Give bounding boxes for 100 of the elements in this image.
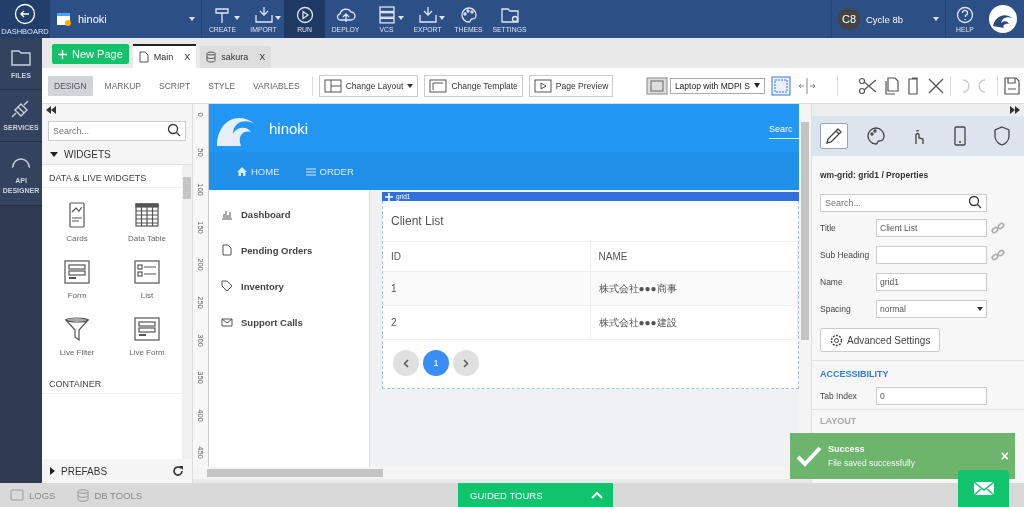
folder-gear-icon [498,5,521,24]
caret-icon [933,17,939,21]
widget-item[interactable]: Form [42,257,112,300]
search-icon [167,123,181,137]
widget-item[interactable]: Data Table [112,200,182,243]
select-field[interactable]: normal [876,299,987,318]
table-icon [132,200,162,230]
tag-icon [221,280,233,292]
mode-tab[interactable]: MARKUP [98,75,147,96]
app-header: hinoki Searc [209,104,799,152]
device-select[interactable]: Laptop with MDPI S [669,77,765,94]
link-icon[interactable] [991,247,1005,262]
toolbar-button[interactable]: Page Preview [528,74,614,97]
funnel-icon [62,314,92,344]
layout-icon [533,78,552,93]
search-field[interactable]: Search... [48,121,186,141]
mode-tab[interactable]: SCRIPT [152,75,197,96]
logs-icon [10,489,24,501]
user-avatar: C8 [838,8,860,30]
scrollbar[interactable] [182,165,192,459]
resize-icon[interactable] [797,76,817,95]
delete-icon[interactable] [928,77,944,94]
checkmark-icon [796,445,822,467]
expand-icon[interactable] [1010,106,1020,114]
side-nav-item[interactable]: Support Calls [209,304,369,340]
form-icon [132,314,162,344]
chevron-up-icon [591,491,603,499]
caret-icon [754,83,760,88]
grid-title: Client List [383,201,798,242]
scissors-icon[interactable] [858,76,878,95]
link-icon[interactable] [991,220,1005,235]
expand-icon [50,467,55,475]
properties-heading: wm-grid: grid1 / Properties [819,169,930,182]
previous-page-button[interactable] [393,350,419,376]
download-icon [252,5,275,24]
next-page-button[interactable] [453,350,479,376]
home-icon [237,166,247,176]
mode-tab[interactable]: STYLE [202,75,242,96]
fullscreen-icon[interactable] [645,76,668,95]
widget-item[interactable]: Cards [42,200,112,243]
column-header: NAME [590,242,798,271]
toolbar-button[interactable]: Change Layout [318,74,419,97]
side-nav-item[interactable]: Pending Orders [209,232,369,268]
wave-logo [988,4,1018,34]
toast-message: File saved successfully [828,458,916,468]
caret-icon [189,17,195,21]
side-nav-item[interactable]: Inventory [209,268,369,304]
table-cell: 株式会社●●●建設 [590,306,798,339]
input-field[interactable] [876,245,987,264]
expand-icon [50,151,58,157]
save-icon[interactable] [1004,76,1020,95]
close-tab-button[interactable]: X [259,52,266,62]
layout-icon [429,78,448,93]
mode-tab[interactable]: DESIGN [48,75,93,96]
toast-title: Success [828,444,866,454]
search-icon [968,195,982,209]
mail-button[interactable] [958,470,1009,507]
field-label: Tab Index [820,390,858,401]
refresh-icon[interactable] [172,465,184,477]
pencil-icon [824,126,844,146]
table-cell: 1 [383,272,591,305]
input-field[interactable]: 0 [876,386,987,405]
database-icon [206,51,217,63]
page-tab[interactable]: sakura X [200,46,272,68]
search-field[interactable]: Search... [820,194,987,212]
advanced-settings-button[interactable]: Advanced Settings [820,328,941,352]
envelope-icon [972,481,995,496]
shield-icon [992,126,1012,146]
close-tab-button[interactable]: X [184,52,191,62]
copy-icon[interactable] [884,76,900,95]
caret-icon [398,16,404,20]
field-label: Name [820,276,844,287]
caret-icon [977,306,983,311]
chevron-right-icon [463,358,469,368]
list-icon [132,257,162,287]
field-label: Title [820,222,837,233]
palette-icon [866,126,886,146]
table-cell: 2 [383,306,591,339]
input-field[interactable]: Client List [876,218,987,237]
tray-icon [416,5,439,24]
widget-item[interactable]: Live Form [112,314,182,357]
table-cell: 株式会社●●●商事 [590,272,798,305]
envelope-icon [221,316,233,328]
widget-item[interactable]: List [112,257,182,300]
layout-icon [323,78,342,93]
widget-item[interactable]: Live Filter [42,314,112,357]
toolbar-button[interactable]: Change Template [424,74,523,97]
database-icon [77,488,90,502]
page-tab[interactable]: Main X [132,44,197,68]
mode-tab[interactable]: VARIABLES [247,75,306,96]
side-nav-item[interactable]: Dashboard [209,196,369,232]
form-icon [62,257,92,287]
caret-icon [407,83,414,88]
input-field[interactable]: grid1 [876,272,987,291]
field-label: Spacing [820,303,852,314]
pencil-tab[interactable] [820,123,848,149]
bar-chart-icon [221,208,233,220]
gear-icon [830,333,843,347]
collapse-icon[interactable] [46,106,56,114]
selection-icon[interactable] [771,75,791,96]
